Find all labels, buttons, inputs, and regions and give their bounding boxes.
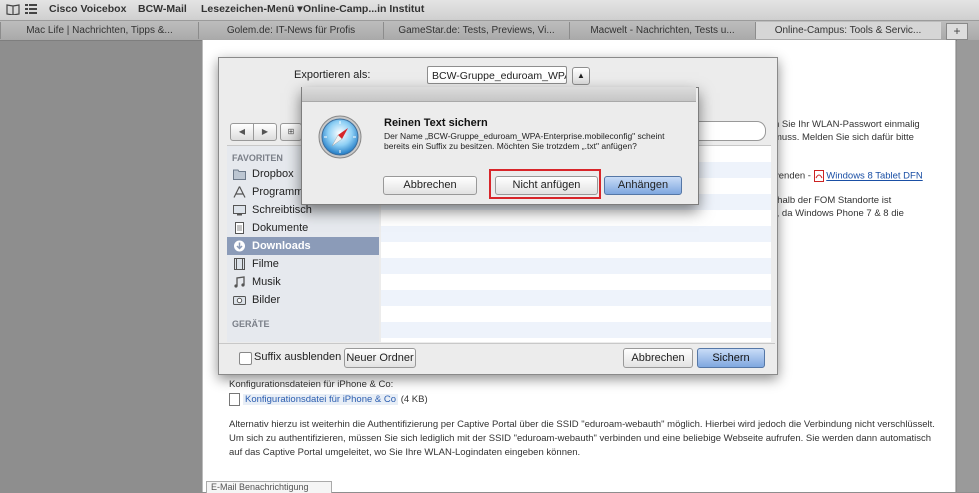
alert-message: Der Name „BCW-Gruppe_eduroam_WPA-Enterpr…	[384, 131, 665, 151]
reading-list-icon[interactable]	[6, 3, 20, 15]
sidebar-heading-devices: GERÄTE	[232, 319, 270, 329]
file-icon	[229, 393, 240, 406]
search-field[interactable]	[688, 121, 766, 141]
config-file-link[interactable]: Konfigurationsdatei für iPhone & Co	[243, 394, 399, 406]
config-file-size: (4 KB)	[400, 394, 428, 406]
bookmark-cisco-voicebox[interactable]: Cisco Voicebox	[49, 3, 126, 15]
alert-titlebar	[302, 87, 696, 102]
bookmark-menu[interactable]: Lesezeichen-Menü ▾	[201, 3, 303, 15]
config-line: Konfigurationsdatei für iPhone & Co (4 K…	[229, 393, 428, 406]
paragraph-line: Alternativ hierzu ist weiterhin die Auth…	[229, 419, 935, 430]
documents-icon	[235, 222, 244, 234]
chevron-left-icon: ◀	[238, 127, 246, 136]
sidebar-item-label: Musik	[252, 276, 281, 288]
file-list-row	[381, 210, 771, 226]
forward-button[interactable]: ▶	[253, 123, 277, 141]
cancel-button[interactable]: Abbrechen	[623, 348, 693, 368]
sidebar-item-pictures[interactable]: Bilder	[227, 291, 379, 309]
chevron-up-icon: ▲	[577, 71, 585, 80]
hide-suffix-checkbox[interactable]	[239, 352, 252, 365]
windows8-tablet-link[interactable]: Windows 8 Tablet DFN	[826, 171, 922, 182]
file-list-row	[381, 274, 771, 290]
file-list-row	[381, 290, 771, 306]
bookmark-bcw-mail[interactable]: BCW-Mail	[138, 3, 187, 15]
hide-suffix-label: Suffix ausblenden	[254, 351, 342, 363]
export-label: Exportieren als:	[294, 69, 371, 81]
desktop-icon	[233, 205, 246, 216]
sidebar-item-music[interactable]: Musik	[227, 273, 379, 291]
tab-golem[interactable]: Golem.de: IT-News für Profis	[198, 22, 384, 39]
music-icon	[234, 276, 245, 288]
sidebar-item-downloads[interactable]: Downloads	[227, 237, 379, 255]
sidebar-item-label: Filme	[252, 258, 279, 270]
view-mode-button[interactable]: ⊞	[280, 123, 302, 141]
pdf-icon	[813, 170, 824, 182]
expand-sheet-button[interactable]: ▲	[572, 67, 590, 85]
paragraph-line: Um sich zu authentifizieren, müssen Sie …	[229, 433, 932, 444]
safari-icon	[318, 115, 362, 159]
file-list-row	[381, 306, 771, 322]
highlight-box	[489, 169, 601, 199]
movies-icon	[234, 258, 245, 270]
window-edge	[957, 40, 979, 492]
pictures-icon	[233, 296, 246, 305]
icon-view-icon: ⊞	[287, 127, 295, 136]
save-button[interactable]: Sichern	[697, 348, 765, 368]
page-text-line: muss. Melden Sie sich dafür bitte	[774, 132, 914, 143]
tab-online-campus[interactable]: Online-Campus: Tools & Servic...	[755, 22, 941, 39]
sidebar-item-documents[interactable]: Dokumente	[227, 219, 379, 237]
tab-bar: Mac Life | Nachrichten, Tipps &... Golem…	[0, 21, 979, 41]
bookmarks-bar: Cisco Voicebox BCW-Mail Lesezeichen-Menü…	[0, 0, 979, 21]
export-filename-field[interactable]: BCW-Gruppe_eduroam_WPA-Ente	[427, 66, 567, 84]
tab-gamestar[interactable]: GameStar.de: Tests, Previews, Vi...	[383, 22, 570, 39]
page-text-line: t, da Windows Phone 7 & 8 die	[774, 208, 904, 219]
file-list-row	[381, 322, 771, 338]
bookmark-online-campus[interactable]: Online-Camp...in Institut	[303, 3, 424, 15]
sidebar-item-label: Dokumente	[252, 222, 309, 234]
folder-icon	[233, 169, 246, 180]
back-button[interactable]: ◀	[230, 123, 254, 141]
config-heading: Konfigurationsdateien für iPhone & Co:	[229, 379, 394, 390]
file-list-row	[381, 242, 771, 258]
page-text-line: n Sie Ihr WLAN-Passwort einmalig	[774, 119, 920, 130]
tab-macwelt[interactable]: Macwelt - Nachrichten, Tests u...	[569, 22, 756, 39]
page-text-line: venden - Windows 8 Tablet DFN	[774, 170, 923, 182]
file-list-row	[381, 226, 771, 242]
sidebar-heading-favorites: FAVORITEN	[232, 153, 283, 163]
sidebar-item-label: Downloads	[252, 240, 311, 252]
downloads-icon	[234, 240, 245, 252]
page-text-line: rhalb der FOM Standorte ist	[774, 195, 892, 206]
new-folder-button[interactable]: Neuer Ordner	[344, 348, 416, 368]
append-button[interactable]: Anhängen	[604, 176, 682, 195]
alert-title: Reinen Text sichern	[384, 117, 488, 129]
file-list-row	[381, 258, 771, 274]
page-text-fragment: venden -	[774, 170, 814, 182]
new-tab-button[interactable]: +	[946, 23, 968, 40]
sidebar-item-label: Dropbox	[252, 168, 294, 180]
alert-cancel-button[interactable]: Abbrechen	[383, 176, 477, 195]
top-sites-icon[interactable]	[25, 4, 37, 14]
tab-mac-life[interactable]: Mac Life | Nachrichten, Tipps &...	[0, 22, 199, 39]
sidebar-item-label: Bilder	[252, 294, 281, 306]
paragraph-line: auf das Captive Portal umgeleitet, wo Si…	[229, 447, 581, 458]
chevron-right-icon: ▶	[261, 127, 269, 136]
email-notification-box[interactable]: E-Mail Benachrichtigung	[206, 481, 332, 493]
applications-icon	[233, 186, 246, 198]
sidebar-item-movies[interactable]: Filme	[227, 255, 379, 273]
